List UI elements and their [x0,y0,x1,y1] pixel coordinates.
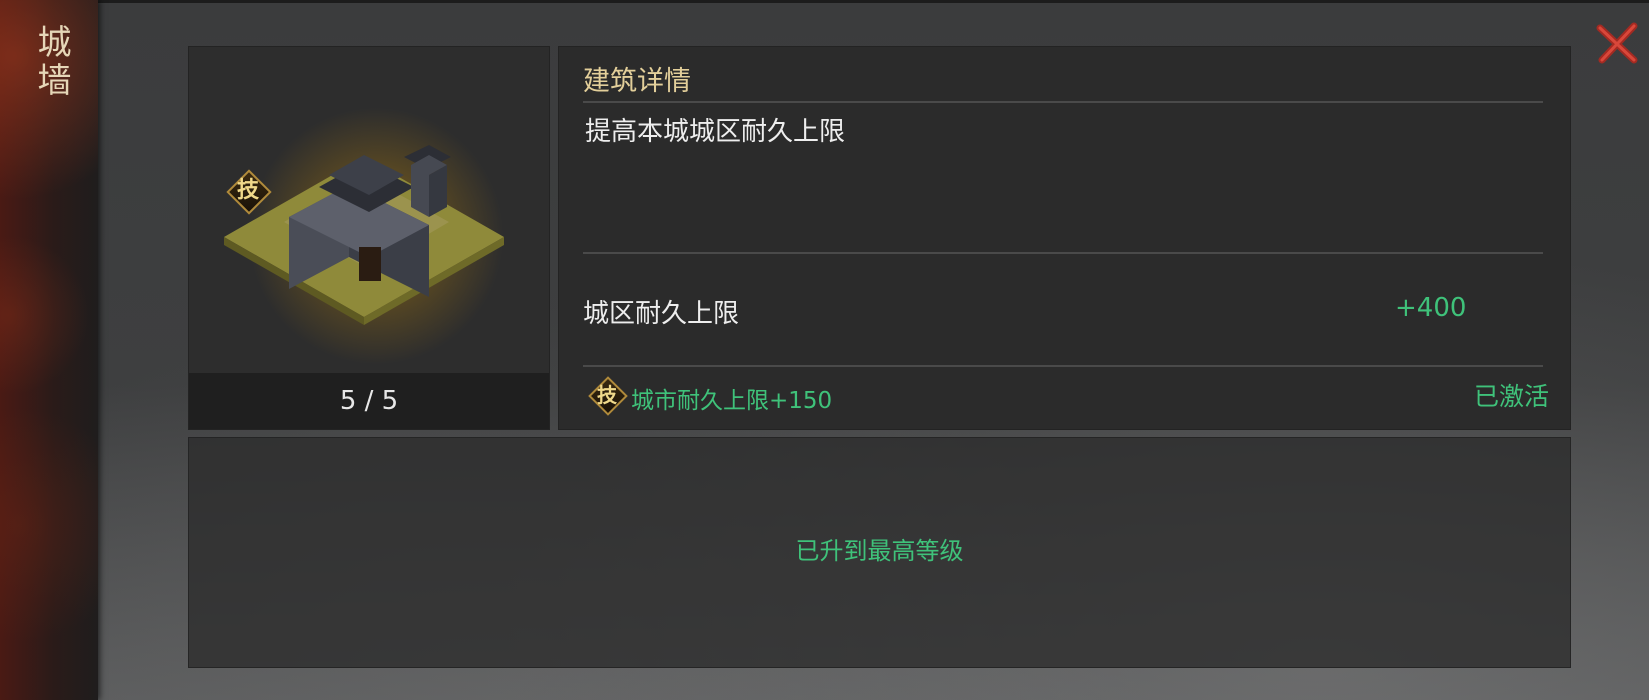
max-level-message: 已升到最高等级 [795,537,964,565]
building-description: 提高本城城区耐久上限 [585,117,846,147]
tech-status: 已激活 [1473,382,1549,411]
top-border [0,0,1649,3]
close-button[interactable] [1594,20,1640,66]
header-divider [583,101,1543,103]
details-header: 建筑详情 [583,66,691,97]
upgrade-panel: 已升到最高等级 [188,437,1571,668]
stat-value: +400 [1395,293,1467,323]
stat-divider [583,365,1543,367]
building-details-panel: 建筑详情 提高本城城区耐久上限 城区耐久上限 +400 技 城市耐久上限+150… [558,46,1571,430]
sidebar: 城墙 [0,0,98,700]
tech-bonus-text: 城市耐久上限+150 [631,388,833,414]
tech-badge-small: 技 [588,376,628,416]
close-x-icon [1596,22,1638,64]
building-name-title: 城墙 [31,24,71,100]
city-wall-illustration [224,145,504,325]
stat-label: 城区耐久上限 [583,299,740,329]
tech-badge-glyph: 技 [236,178,259,203]
tech-bonus-row: 技 城市耐久上限+150 已激活 [588,375,1549,416]
sidebar-ember-glow [0,0,98,700]
tech-badge: 技 [226,169,272,215]
description-divider [583,252,1543,254]
building-image [189,47,549,373]
building-image-panel: 技 5 / 5 [188,46,550,430]
tech-badge-glyph: 技 [597,383,617,407]
building-level: 5 / 5 [189,373,549,429]
